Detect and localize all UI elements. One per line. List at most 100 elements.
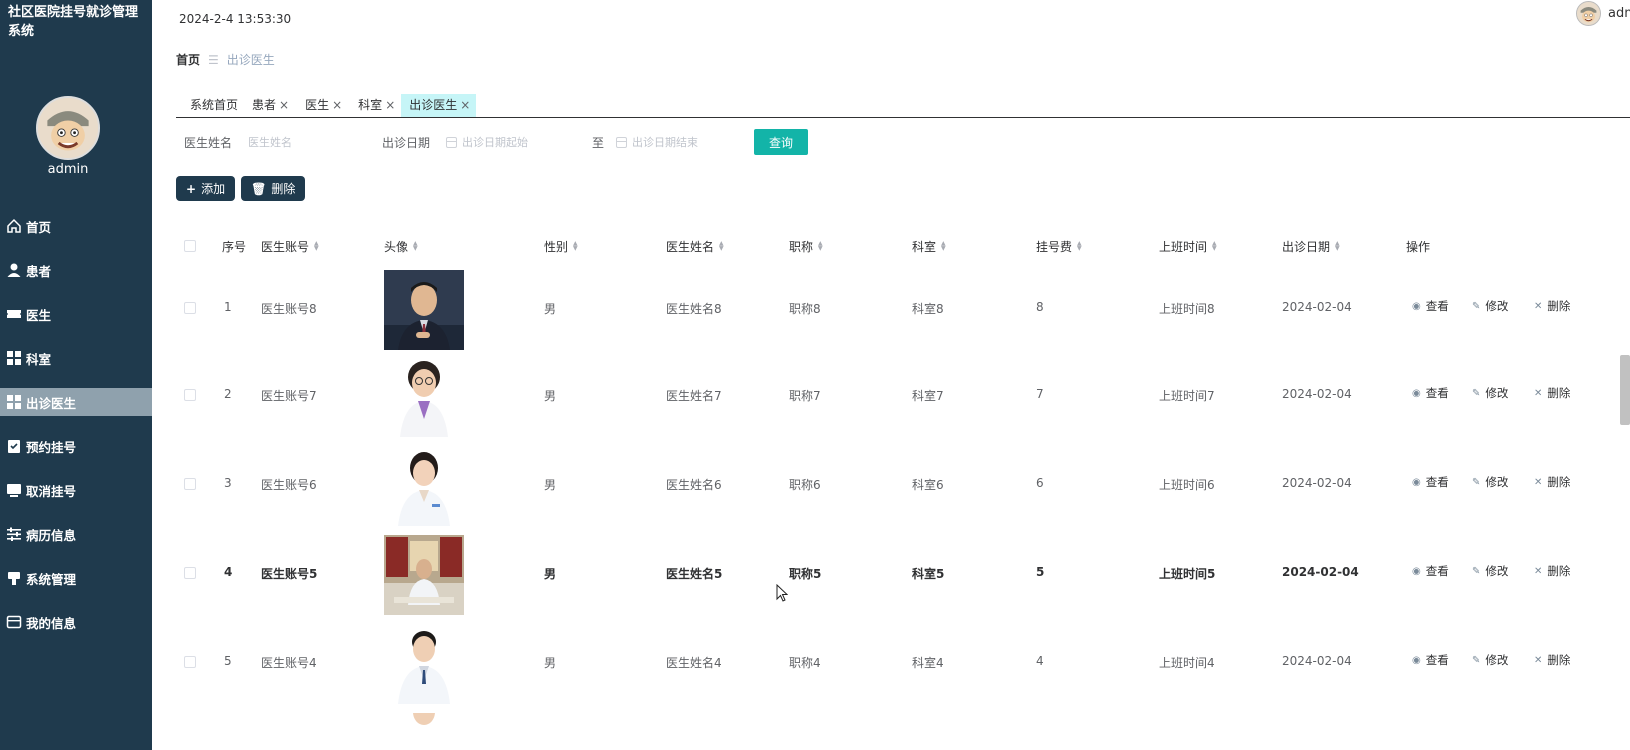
sidebar-item-label: 患者	[26, 263, 52, 279]
delete-row-button[interactable]: ✕ 删除	[1534, 652, 1570, 668]
sidebar-item-home[interactable]: 首页	[0, 204, 152, 248]
row-checkbox[interactable]	[184, 478, 196, 490]
col-header-fee[interactable]: 挂号费 ▲ ▼	[1036, 238, 1082, 255]
close-icon[interactable]: ×	[332, 94, 342, 117]
edit-button[interactable]: ✎ 修改	[1472, 298, 1508, 314]
sidebar-item-doctors[interactable]: 医生	[0, 292, 152, 336]
sort-icon[interactable]: ▲ ▼	[818, 241, 823, 252]
cell-date: 2024-02-04	[1282, 565, 1359, 579]
user-menu[interactable]: admin	[1576, 1, 1630, 26]
delete-row-button[interactable]: ✕ 删除	[1534, 385, 1570, 401]
cell-dept: 科室8	[912, 302, 944, 316]
sort-icon[interactable]: ▲ ▼	[1077, 241, 1082, 252]
table-row[interactable]: 4 医生账号5 男 医生姓名5 职称5 科室5 5 上班时间5 2024-02-…	[176, 531, 1596, 620]
close-icon[interactable]: ×	[460, 94, 470, 117]
edit-label: 修改	[1485, 299, 1509, 313]
sort-icon[interactable]: ▲ ▼	[413, 241, 418, 252]
row-checkbox[interactable]	[184, 302, 196, 314]
sidebar-item-on-duty-doctors[interactable]: 出诊医生	[0, 388, 152, 416]
breadcrumb-home[interactable]: 首页	[176, 51, 200, 68]
sidebar-menu: 首页 患者 医生 科室 出诊医生 预约挂号 取消挂号 病历信息 系统管理 我的信…	[0, 204, 152, 644]
col-header-name[interactable]: 医生姓名 ▲ ▼	[666, 238, 724, 255]
select-all-checkbox[interactable]	[184, 240, 196, 252]
sort-icon[interactable]: ▲ ▼	[1335, 241, 1340, 252]
tab-on-duty-doctors[interactable]: 出诊医生 ×	[401, 94, 477, 117]
cell-fee: 5	[1036, 565, 1045, 579]
edit-icon: ✎	[1472, 654, 1481, 666]
view-button[interactable]: ◉ 查看	[1412, 385, 1449, 401]
cell-index: 4	[224, 565, 233, 579]
table-row[interactable]: 1 医生账号8 男 医生姓名8 职称8 科室8 8 上班时间8 2024-02-…	[176, 264, 1596, 353]
sidebar-item-appointments[interactable]: 预约挂号	[0, 424, 152, 468]
sidebar-item-cancel-appointments[interactable]: 取消挂号	[0, 468, 152, 512]
edit-icon: ✎	[1472, 387, 1481, 399]
table-row[interactable]	[176, 709, 1596, 739]
sidebar-item-patients[interactable]: 患者	[0, 248, 152, 292]
query-button[interactable]: 查询	[754, 129, 809, 155]
close-icon: ✕	[1534, 565, 1543, 577]
grid-icon	[5, 394, 22, 411]
visit-date-start-input[interactable]: 出诊日期起始	[446, 129, 576, 155]
sort-icon[interactable]: ▲ ▼	[941, 241, 946, 252]
delete-row-button[interactable]: ✕ 删除	[1534, 563, 1570, 579]
tab-doctors[interactable]: 医生 ×	[295, 94, 348, 117]
delete-row-button[interactable]: ✕ 删除	[1534, 474, 1570, 490]
tab-patients[interactable]: 患者 ×	[244, 94, 295, 117]
sort-icon[interactable]: ▲ ▼	[1212, 241, 1217, 252]
sort-icon[interactable]: ▲ ▼	[719, 241, 724, 252]
table-row[interactable]: 2 医生账号7 男 医生姓名7 职称7 科室7 7 上班时间7 2024-02-…	[176, 353, 1596, 442]
edit-button[interactable]: ✎ 修改	[1472, 385, 1508, 401]
col-header-title[interactable]: 职称 ▲ ▼	[789, 238, 823, 255]
header-username[interactable]: admin	[1608, 6, 1630, 21]
close-icon[interactable]: ×	[279, 94, 289, 117]
col-header-date[interactable]: 出诊日期 ▲ ▼	[1282, 238, 1340, 255]
edit-button[interactable]: ✎ 修改	[1472, 563, 1508, 579]
scrollbar[interactable]	[1620, 355, 1630, 425]
delete-row-button[interactable]: ✕ 删除	[1534, 298, 1570, 314]
col-header-label: 职称	[789, 239, 814, 254]
col-header-account[interactable]: 医生账号 ▲ ▼	[261, 238, 319, 255]
delete-button[interactable]: 🗑 删除	[241, 176, 306, 201]
sidebar-item-system-admin[interactable]: 系统管理	[0, 556, 152, 600]
view-button[interactable]: ◉ 查看	[1412, 298, 1449, 314]
view-button[interactable]: ◉ 查看	[1412, 474, 1449, 490]
sidebar-item-label: 我的信息	[26, 615, 77, 631]
sort-icon[interactable]: ▲ ▼	[573, 241, 578, 252]
cell-date: 2024-02-04	[1282, 387, 1352, 401]
cell-title: 职称7	[789, 389, 821, 403]
sidebar-item-my-info[interactable]: 我的信息	[0, 600, 152, 644]
tab-departments[interactable]: 科室 ×	[348, 94, 401, 117]
trash-icon: 🗑	[251, 181, 267, 196]
avatar[interactable]	[36, 96, 100, 160]
wallet-icon	[5, 614, 22, 631]
add-button[interactable]: + 添加	[176, 176, 236, 201]
sidebar-item-medical-records[interactable]: 病历信息	[0, 512, 152, 556]
row-checkbox[interactable]	[184, 389, 196, 401]
cell-gender: 男	[544, 567, 557, 581]
table-row[interactable]: 3 医生账号6 男 医生姓名6 职称6 科室6 6 上班时间6 2024-02-…	[176, 442, 1596, 531]
table-row[interactable]: 5 医生账号4 男 医生姓名4 职称4 科室4 4 上班时间4 2024-02-…	[176, 620, 1596, 709]
col-header-shift[interactable]: 上班时间 ▲ ▼	[1159, 238, 1217, 255]
col-header-photo[interactable]: 头像 ▲ ▼	[384, 238, 418, 255]
tab-system-home[interactable]: 系统首页	[176, 94, 244, 117]
doctor-name-input[interactable]: 医生姓名	[248, 129, 368, 155]
view-button[interactable]: ◉ 查看	[1412, 652, 1449, 668]
view-button[interactable]: ◉ 查看	[1412, 563, 1449, 579]
col-header-gender[interactable]: 性别 ▲ ▼	[544, 238, 578, 255]
col-header-ops: 操作	[1406, 239, 1431, 254]
cell-name: 医生姓名8	[666, 302, 722, 316]
edit-button[interactable]: ✎ 修改	[1472, 652, 1508, 668]
cell-fee: 7	[1036, 387, 1044, 401]
close-icon: ✕	[1534, 387, 1543, 399]
sidebar-item-departments[interactable]: 科室	[0, 336, 152, 380]
sort-icon[interactable]: ▲ ▼	[314, 241, 319, 252]
close-icon[interactable]: ×	[385, 94, 395, 117]
avatar[interactable]	[1576, 1, 1601, 26]
row-checkbox[interactable]	[184, 656, 196, 668]
breadcrumb-current: 出诊医生	[226, 53, 275, 67]
edit-button[interactable]: ✎ 修改	[1472, 474, 1508, 490]
col-header-dept[interactable]: 科室 ▲ ▼	[912, 238, 946, 255]
visit-date-end-input[interactable]: 出诊日期结束	[616, 129, 746, 155]
sidebar-item-label: 科室	[26, 351, 52, 367]
row-checkbox[interactable]	[184, 567, 196, 579]
